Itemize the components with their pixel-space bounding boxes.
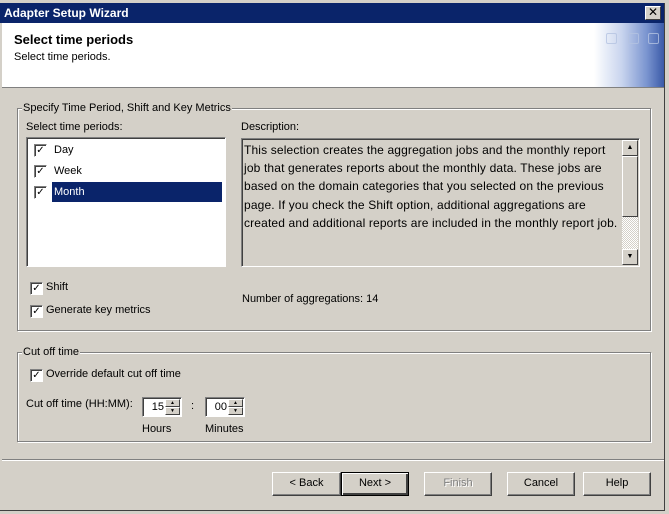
list-item-month[interactable]: ✓ Month: [30, 182, 224, 202]
list-item-label: Week: [54, 165, 82, 177]
override-label[interactable]: Override default cut off time: [46, 368, 181, 380]
shift-label[interactable]: Shift: [46, 281, 68, 293]
checkmark-icon: ✓: [36, 187, 45, 198]
group-legend: Specify Time Period, Shift and Key Metri…: [22, 101, 232, 115]
key-metrics-checkbox[interactable]: ✓: [30, 305, 43, 318]
list-item-label: Month: [52, 182, 222, 202]
group-legend: Cut off time: [22, 345, 81, 359]
cutoff-group: Cut off time: [17, 345, 651, 442]
hours-value[interactable]: 15: [152, 401, 164, 413]
footer-separator: [2, 459, 664, 461]
key-metrics-label[interactable]: Generate key metrics: [46, 304, 151, 316]
arrow-up-icon: ▲: [170, 400, 175, 406]
description-text: This selection creates the aggregation j…: [244, 143, 618, 230]
minutes-down-button[interactable]: ▼: [228, 407, 243, 415]
wizard-header: Select time periods Select time periods.: [2, 23, 664, 88]
override-checkbox[interactable]: ✓: [30, 369, 43, 382]
close-icon: ✕: [647, 5, 659, 19]
hours-spinner[interactable]: 15 ▲ ▼: [142, 397, 182, 417]
time-periods-list[interactable]: ✓ Day ✓ Week ✓ Month: [26, 137, 226, 267]
cancel-button[interactable]: Cancel: [507, 472, 575, 496]
minutes-caption: Minutes: [205, 423, 244, 435]
hours-down-button[interactable]: ▼: [165, 407, 180, 415]
aggregations-count: 14: [366, 293, 379, 305]
hours-caption: Hours: [142, 423, 172, 435]
shift-checkbox[interactable]: ✓: [30, 282, 43, 295]
title-bar[interactable]: Adapter Setup Wizard ✕: [0, 3, 664, 23]
arrow-up-icon: ▲: [626, 144, 634, 151]
close-button[interactable]: ✕: [645, 6, 661, 20]
help-button[interactable]: Help: [583, 472, 651, 496]
window-title: Adapter Setup Wizard: [4, 6, 129, 20]
minutes-up-button[interactable]: ▲: [228, 399, 243, 407]
description-label: Description:: [241, 121, 300, 133]
periods-label: Select time periods:: [26, 121, 123, 133]
description-textarea[interactable]: This selection creates the aggregation j…: [241, 138, 640, 267]
decorative-square-icon: [648, 33, 659, 44]
cutoff-time-label: Cut off time (HH:MM):: [26, 398, 133, 410]
checkmark-icon: ✓: [36, 166, 45, 177]
arrow-down-icon: ▼: [170, 408, 175, 414]
time-separator: :: [191, 400, 195, 412]
next-button[interactable]: Next >: [341, 472, 409, 496]
arrow-down-icon: ▼: [233, 408, 238, 414]
arrow-down-icon: ▼: [626, 253, 634, 260]
decorative-square-icon: [628, 33, 639, 44]
hours-up-button[interactable]: ▲: [165, 399, 180, 407]
page-title: Select time periods: [14, 32, 134, 47]
list-item-label: Day: [54, 144, 74, 156]
arrow-up-icon: ▲: [233, 400, 238, 406]
checkmark-icon: ✓: [36, 145, 45, 156]
back-button[interactable]: < Back: [272, 472, 341, 496]
minutes-spinner[interactable]: 00 ▲ ▼: [205, 397, 245, 417]
aggregations-readout: Number of aggregations: 14: [242, 293, 378, 305]
list-item-day[interactable]: ✓ Day: [30, 140, 224, 160]
scroll-up-button[interactable]: ▲: [622, 140, 638, 156]
checkmark-icon: ✓: [32, 306, 41, 317]
aggregations-label: Number of aggregations:: [242, 293, 364, 305]
checkmark-icon: ✓: [32, 283, 41, 294]
decorative-square-icon: [606, 33, 617, 44]
description-scrollbar[interactable]: ▲ ▼: [622, 140, 638, 265]
scroll-down-button[interactable]: ▼: [622, 249, 638, 265]
checkmark-icon: ✓: [32, 370, 41, 381]
week-checkbox[interactable]: ✓: [34, 165, 47, 178]
minutes-value[interactable]: 00: [215, 401, 227, 413]
day-checkbox[interactable]: ✓: [34, 144, 47, 157]
scroll-thumb[interactable]: [622, 156, 638, 217]
month-checkbox[interactable]: ✓: [34, 186, 47, 199]
page-subtitle: Select time periods.: [14, 51, 111, 63]
list-item-week[interactable]: ✓ Week: [30, 161, 224, 181]
finish-button: Finish: [424, 472, 492, 496]
